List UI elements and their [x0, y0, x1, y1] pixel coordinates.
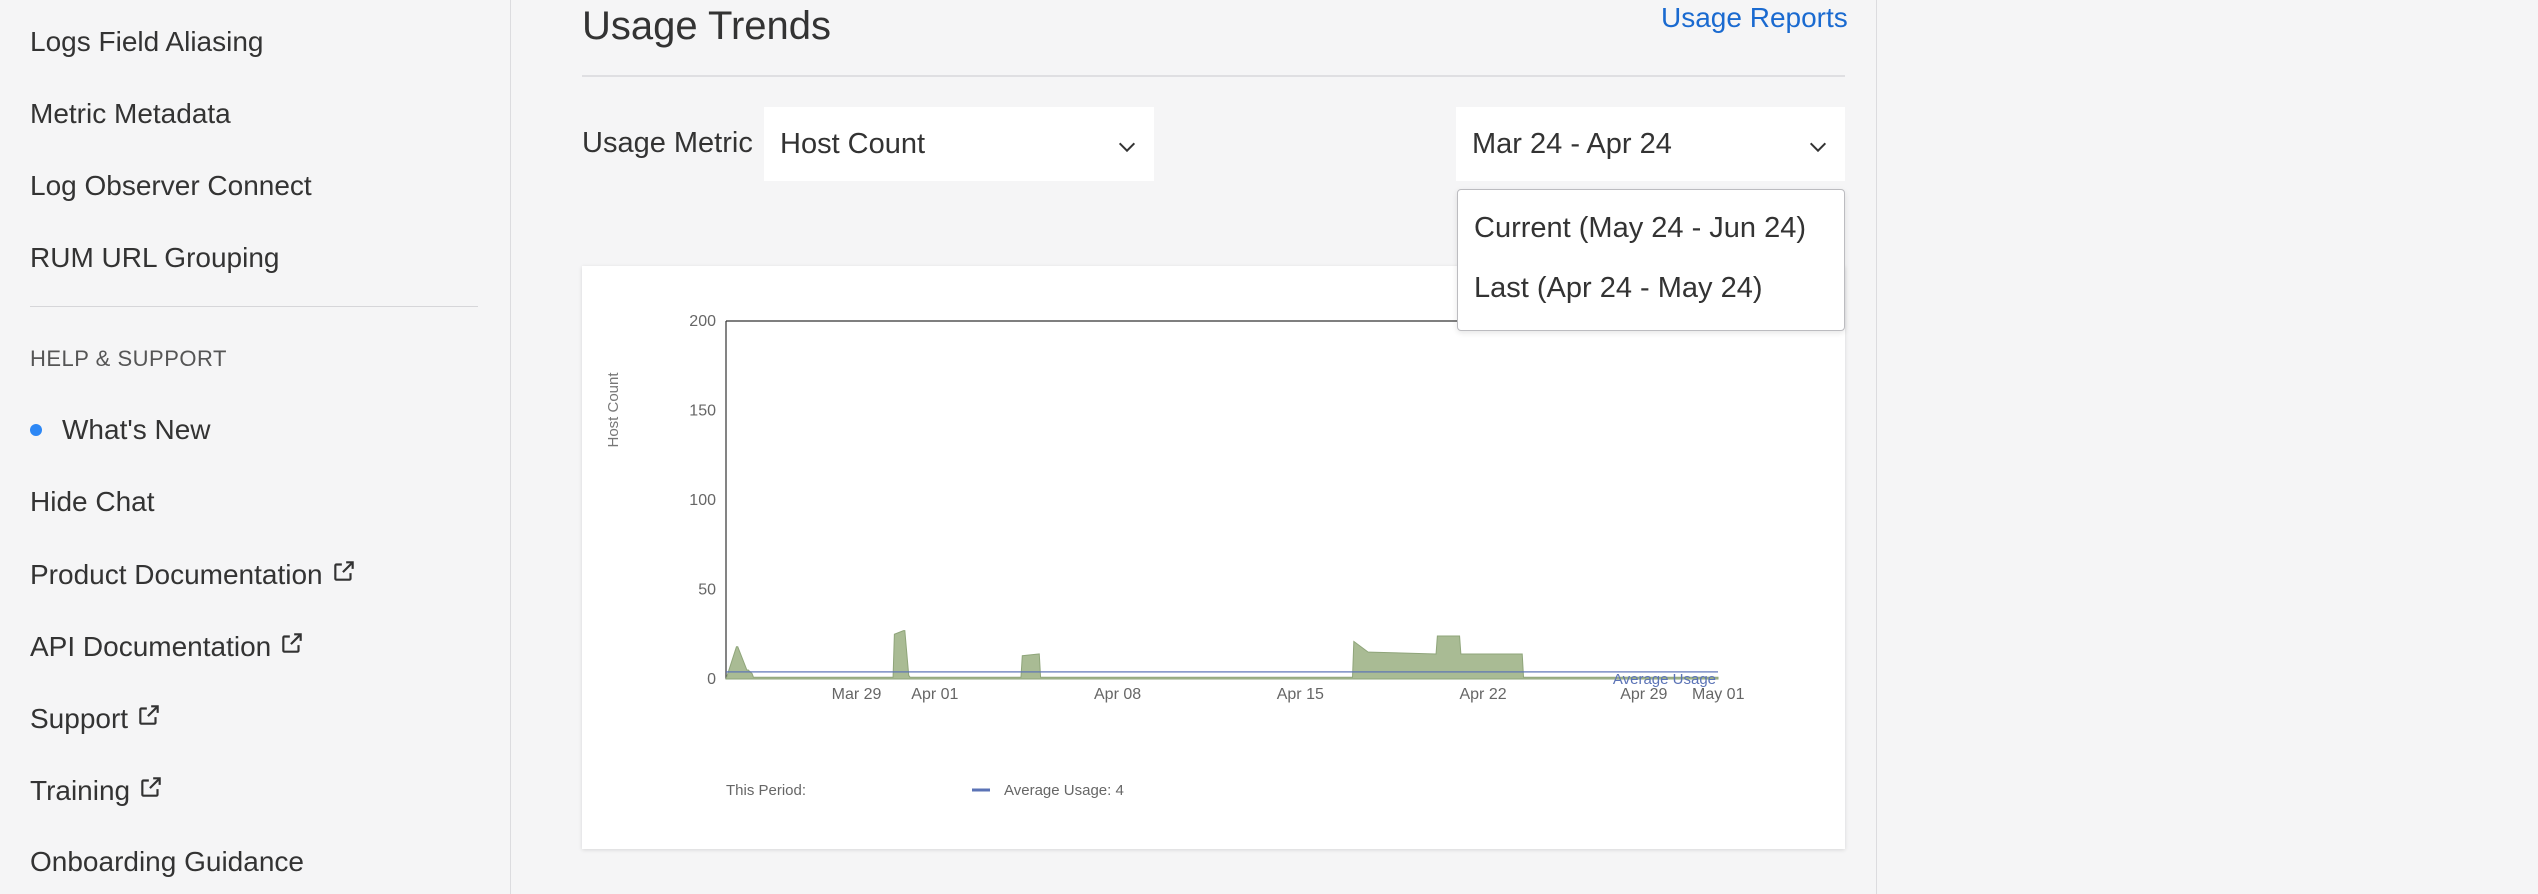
- sidebar-item-support[interactable]: Support: [30, 702, 162, 735]
- sidebar-item-rum-url-grouping[interactable]: RUM URL Grouping: [30, 242, 279, 274]
- sidebar-item-label: API Documentation: [30, 630, 272, 662]
- sidebar-item-label: RUM URL Grouping: [30, 242, 280, 273]
- sidebar-item-label: What's New: [62, 414, 211, 445]
- x-tick-label: Apr 08: [1094, 686, 1141, 703]
- y-tick-label: 0: [707, 671, 716, 688]
- y-tick-label: 200: [689, 313, 716, 330]
- chevron-down-icon: [1116, 133, 1138, 166]
- usage-metric-label: Usage Metric: [582, 127, 753, 159]
- x-tick-label: Mar 29: [832, 686, 882, 703]
- external-link-icon: [331, 558, 357, 591]
- main-content: Usage Trends Usage Reports Usage Metric …: [511, 0, 1876, 894]
- sidebar-item-label: Hide Chat: [30, 486, 155, 517]
- usage-reports-link[interactable]: Usage Reports: [1661, 2, 1848, 34]
- usage-chart: 050100150200Host CountAverage UsageMar 2…: [605, 313, 1745, 799]
- sidebar-item-label: Support: [30, 702, 129, 734]
- sidebar-item-training[interactable]: Training: [30, 774, 164, 807]
- page-title: Usage Trends: [582, 4, 832, 48]
- external-link-icon: [279, 630, 305, 663]
- help-support-header: HELP & SUPPORT: [30, 346, 227, 371]
- date-range-select-value: Mar 24 - Apr 24: [1472, 127, 1672, 160]
- date-option-last[interactable]: Last (Apr 24 - May 24): [1474, 272, 1763, 305]
- sidebar-item-log-observer-connect[interactable]: Log Observer Connect: [30, 170, 312, 202]
- sidebar-item-label: Training: [30, 774, 131, 806]
- sidebar: Logs Field Aliasing Metric Metadata Log …: [0, 0, 511, 894]
- blue-dot-icon: [30, 424, 42, 436]
- date-option-current[interactable]: Current (May 24 - Jun 24): [1474, 212, 1806, 245]
- sidebar-divider: [30, 306, 478, 307]
- y-axis-title: Host Count: [605, 372, 622, 448]
- sidebar-item-label: Log Observer Connect: [30, 170, 312, 201]
- legend-average-usage: Average Usage: 4: [1004, 782, 1124, 799]
- sidebar-item-metric-metadata[interactable]: Metric Metadata: [30, 98, 231, 130]
- chevron-down-icon: [1807, 133, 1829, 166]
- date-range-dropdown: Current (May 24 - Jun 24) Last (Apr 24 -…: [1457, 189, 1845, 331]
- sidebar-item-label: Product Documentation: [30, 558, 323, 590]
- sidebar-item-whats-new[interactable]: What's New: [30, 414, 211, 446]
- legend-this-period: This Period:: [726, 782, 806, 799]
- sidebar-item-label: Onboarding Guidance: [30, 846, 304, 877]
- title-divider: [582, 75, 1845, 77]
- x-tick-label: Apr 29: [1620, 686, 1667, 703]
- y-tick-label: 100: [689, 492, 716, 509]
- sidebar-item-hide-chat[interactable]: Hide Chat: [30, 486, 155, 518]
- x-tick-label: Apr 01: [911, 686, 958, 703]
- y-tick-label: 50: [698, 582, 716, 599]
- x-tick-label: Apr 22: [1459, 686, 1506, 703]
- sidebar-item-label: Logs Field Aliasing: [30, 26, 264, 57]
- usage-chart-card: 0 50 100 150 200 Host Count Average Usage Mar 2…: [582, 266, 1845, 849]
- sidebar-item-api-documentation[interactable]: API Documentation: [30, 630, 305, 663]
- usage-metric-select-value: Host Count: [780, 127, 926, 160]
- y-tick-label: 150: [689, 403, 716, 420]
- external-link-icon: [136, 702, 162, 735]
- sidebar-item-onboarding-guidance[interactable]: Onboarding Guidance: [30, 846, 304, 878]
- date-range-select[interactable]: Mar 24 - Apr 24: [1456, 107, 1845, 181]
- external-link-icon: [138, 774, 164, 807]
- content-right-border: [1876, 0, 1877, 894]
- sidebar-item-product-documentation[interactable]: Product Documentation: [30, 558, 357, 591]
- usage-metric-select[interactable]: Host Count: [764, 107, 1154, 181]
- sidebar-item-logs-field-aliasing[interactable]: Logs Field Aliasing: [30, 26, 263, 58]
- x-tick-label: Apr 15: [1277, 686, 1324, 703]
- sidebar-item-label: Metric Metadata: [30, 98, 231, 129]
- x-tick-label: May 01: [1692, 686, 1745, 703]
